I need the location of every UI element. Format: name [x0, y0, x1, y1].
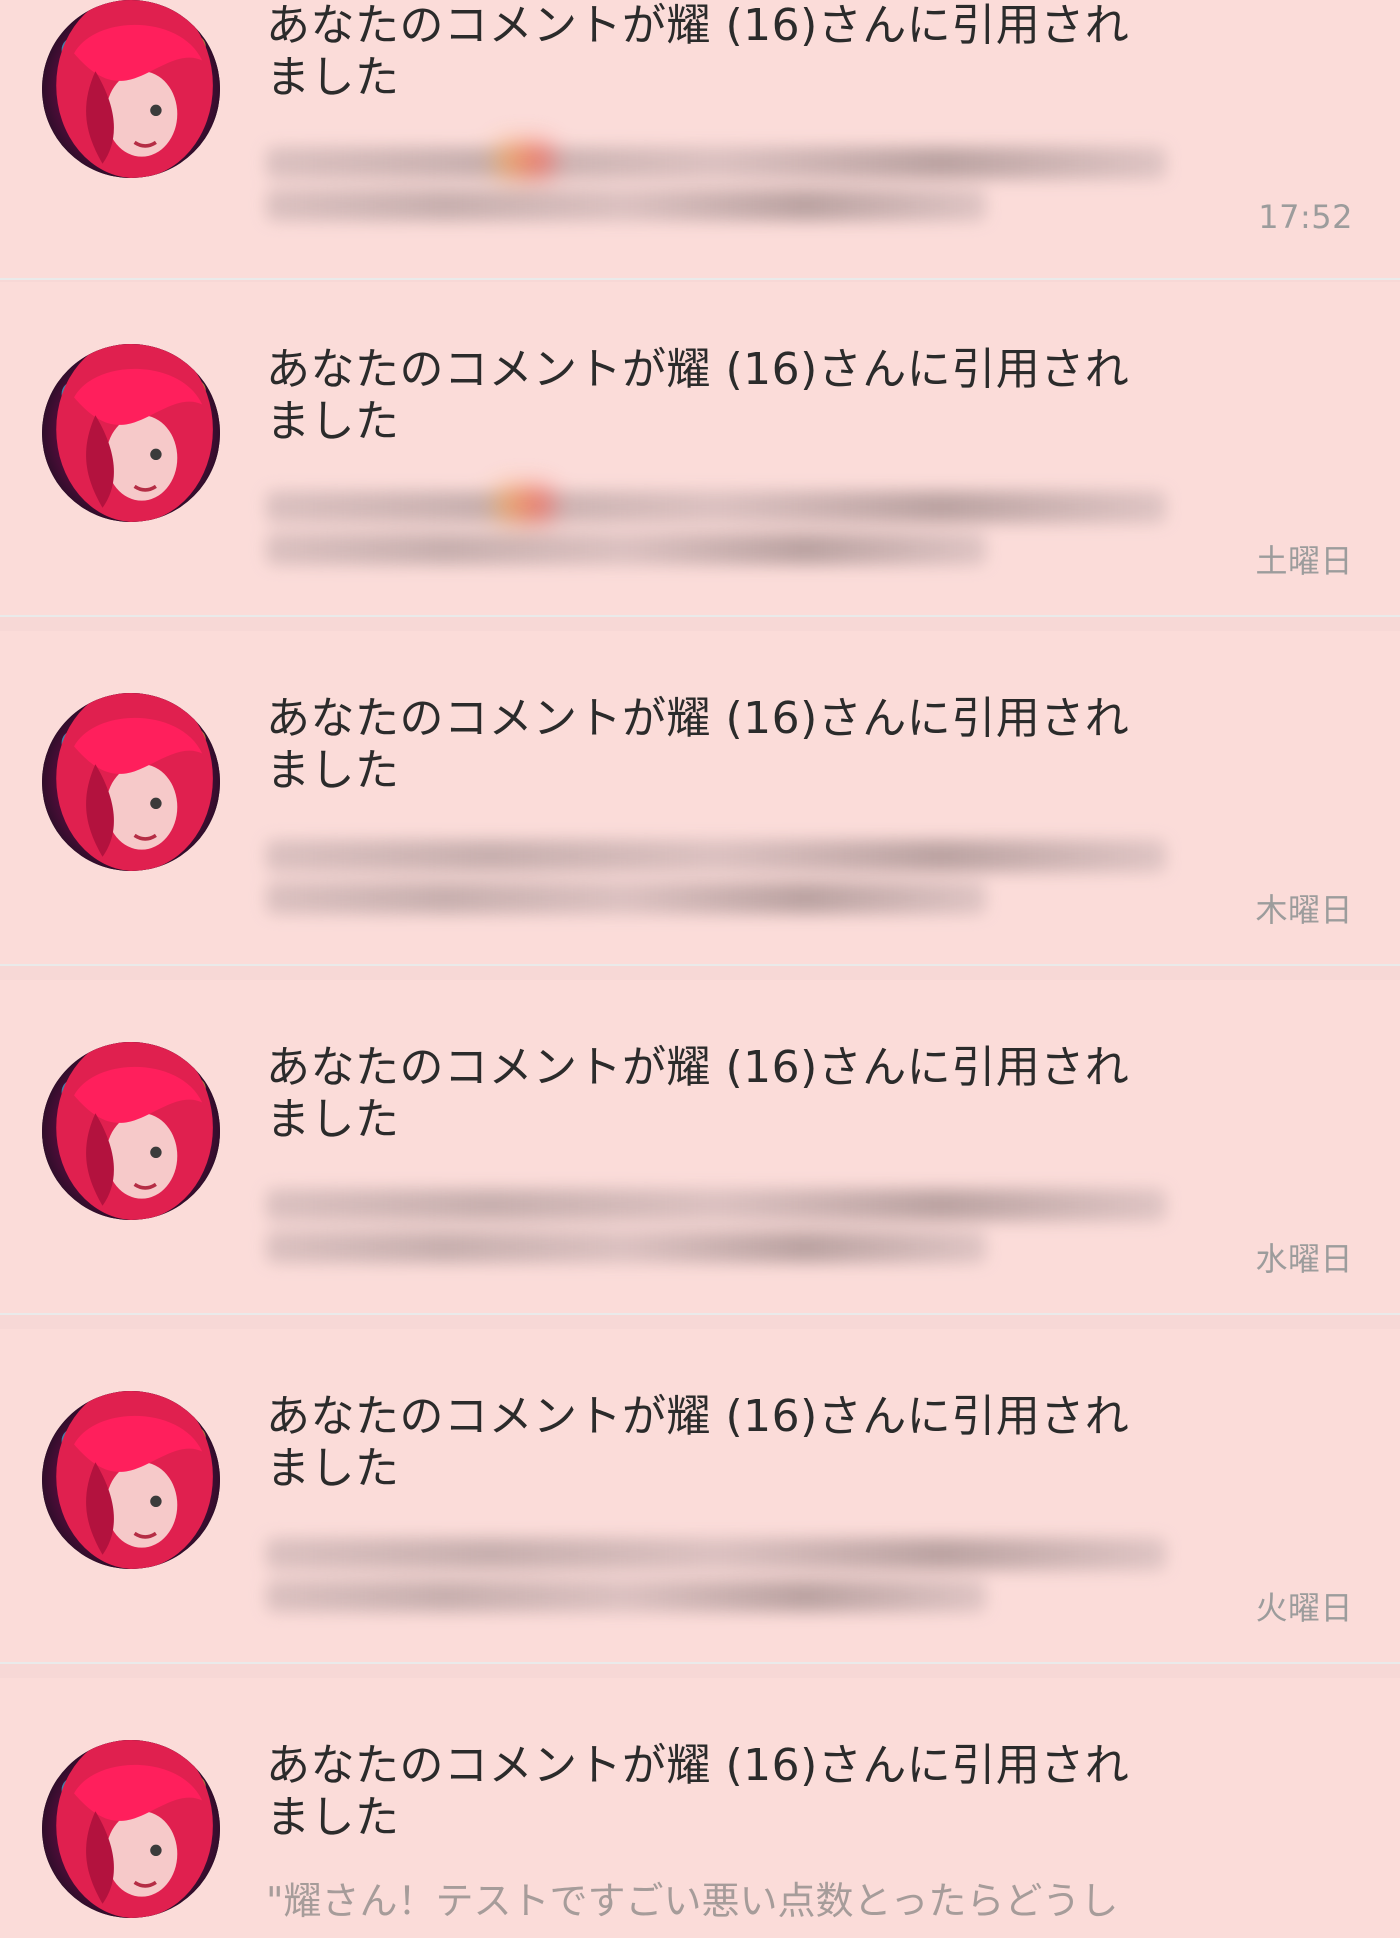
notification-item[interactable]: あなたのコメントが耀 (16)さんに引用され ました 火曜日	[0, 1329, 1400, 1664]
notification-title-line1: あなたのコメントが耀 (16)さんに引用され	[266, 693, 1130, 744]
notification-title-line2: ました	[266, 52, 400, 103]
notification-list: あなたのコメントが耀 (16)さんに引用され ました 17:52 あなたのコメン…	[0, 0, 1400, 1938]
notification-preview-blurred	[266, 481, 1166, 571]
notification-title: あなたのコメントが耀 (16)さんに引用され ました	[266, 344, 1166, 448]
notification-preview-blurred	[266, 137, 1166, 227]
notification-title-line1: あなたのコメントが耀 (16)さんに引用され	[266, 344, 1130, 395]
avatar-image	[42, 344, 220, 522]
notification-title-line2: ました	[266, 1443, 400, 1494]
notification-title-line2: ました	[266, 745, 400, 796]
notification-item[interactable]: あなたのコメントが耀 (16)さんに引用され ました 水曜日	[0, 980, 1400, 1315]
avatar[interactable]	[42, 344, 220, 522]
avatar[interactable]	[42, 1740, 220, 1918]
notification-title-line1: あなたのコメントが耀 (16)さんに引用され	[266, 0, 1130, 51]
notification-preview: "耀さん！テストですごい悪い点数とったらどうし	[266, 1879, 1119, 1923]
notification-time: 17:52	[1258, 198, 1353, 236]
notification-title: あなたのコメントが耀 (16)さんに引用され ました	[266, 1391, 1166, 1495]
notification-preview-blurred	[266, 830, 1166, 920]
notification-title-line1: あなたのコメントが耀 (16)さんに引用され	[266, 1740, 1130, 1791]
notification-time: 木曜日	[1255, 891, 1353, 929]
avatar-image	[42, 1042, 220, 1220]
notification-title-line1: あなたのコメントが耀 (16)さんに引用され	[266, 1042, 1130, 1093]
avatar[interactable]	[42, 1042, 220, 1220]
avatar[interactable]	[42, 693, 220, 871]
notification-time: 水曜日	[1255, 1240, 1353, 1278]
avatar-image	[42, 693, 220, 871]
notification-item[interactable]: あなたのコメントが耀 (16)さんに引用され ました 木曜日	[0, 631, 1400, 966]
notification-title: あなたのコメントが耀 (16)さんに引用され ました	[266, 0, 1166, 104]
notification-item[interactable]: あなたのコメントが耀 (16)さんに引用され ました 土曜日	[0, 282, 1400, 617]
notification-item[interactable]: あなたのコメントが耀 (16)さんに引用され ました 17:52	[0, 0, 1400, 280]
notification-time: 火曜日	[1255, 1589, 1353, 1627]
avatar-image	[42, 0, 220, 178]
notification-preview-blurred	[266, 1528, 1166, 1618]
notification-preview-blurred	[266, 1179, 1166, 1269]
avatar[interactable]	[42, 1391, 220, 1569]
notification-time: 土曜日	[1255, 542, 1353, 580]
notification-title: あなたのコメントが耀 (16)さんに引用され ました	[266, 693, 1166, 797]
notification-item[interactable]: あなたのコメントが耀 (16)さんに引用され ました "耀さん！テストですごい悪…	[0, 1678, 1400, 1938]
notification-title-line2: ました	[266, 396, 400, 447]
avatar-image	[42, 1391, 220, 1569]
avatar[interactable]	[42, 0, 220, 178]
avatar-image	[42, 1740, 220, 1918]
notification-title-line1: あなたのコメントが耀 (16)さんに引用され	[266, 1391, 1130, 1442]
notification-title-line2: ました	[266, 1094, 400, 1145]
notification-title: あなたのコメントが耀 (16)さんに引用され ました	[266, 1042, 1166, 1146]
notification-title-line2: ました	[266, 1792, 400, 1843]
notification-title: あなたのコメントが耀 (16)さんに引用され ました	[266, 1740, 1166, 1844]
